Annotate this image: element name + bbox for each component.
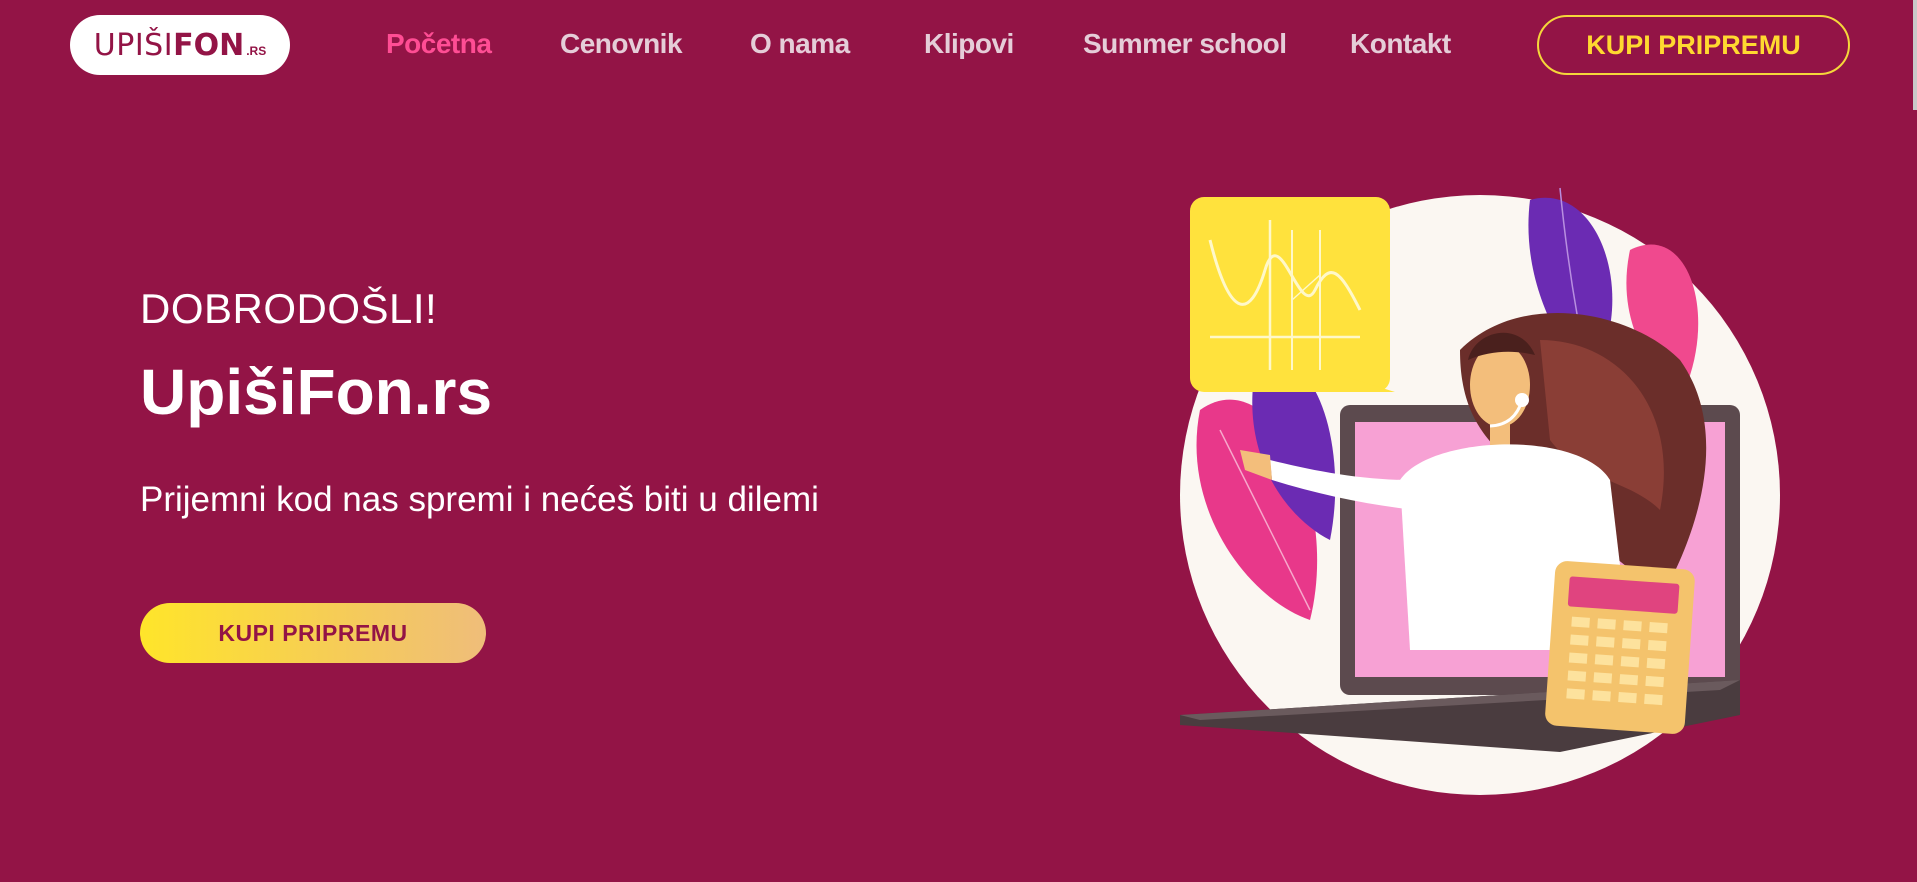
nav-item-klipovi[interactable]: Klipovi [924, 28, 1014, 60]
nav-item-summer-school[interactable]: Summer school [1083, 28, 1287, 60]
nav-item-kontakt[interactable]: Kontakt [1350, 28, 1451, 60]
header-buy-button[interactable]: KUPI PRIPREMU [1537, 15, 1850, 75]
hero-title: UpišiFon.rs [140, 356, 493, 428]
nav-item-pocetna[interactable]: Početna [386, 28, 492, 60]
hero-buy-button[interactable]: KUPI PRIPREMU [140, 603, 486, 663]
chart-board-graphic [1190, 197, 1395, 392]
page-scrollbar[interactable] [1913, 0, 1917, 110]
hero-welcome-text: DOBRODOŠLI! [140, 285, 438, 332]
hero-illustration [1180, 187, 1780, 795]
calculator-graphic [1545, 561, 1695, 734]
hero-subtitle: Prijemni kod nas spremi i nećeš biti u d… [140, 480, 819, 519]
nav-item-cenovnik[interactable]: Cenovnik [560, 28, 683, 60]
site-header: UPIŠI FON .RS Početna Cenovnik O nama Kl… [0, 0, 1917, 95]
nav-item-o-nama[interactable]: O nama [750, 28, 850, 60]
